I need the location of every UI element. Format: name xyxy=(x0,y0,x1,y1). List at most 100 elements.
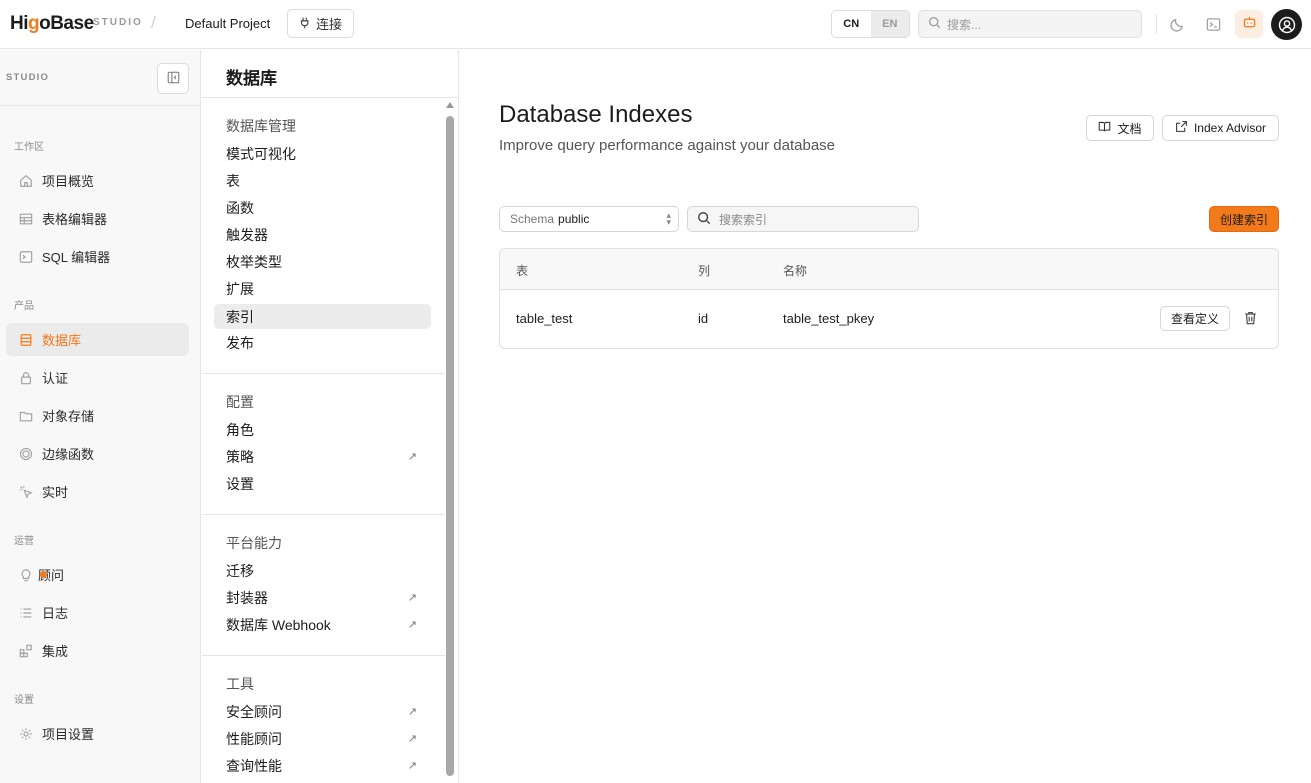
external-link-icon: ↗ xyxy=(407,451,417,463)
index-search-input[interactable]: 搜索索引 xyxy=(687,206,919,232)
sidebar-item-integrations[interactable]: 集成 xyxy=(6,634,189,667)
sidebar-item-storage[interactable]: 对象存储 xyxy=(6,399,189,432)
sidebar-item-logs[interactable]: 日志 xyxy=(6,596,189,629)
menu-item-tables[interactable]: 表 xyxy=(214,168,431,193)
schema-select[interactable]: Schema public ▴ ▾ xyxy=(499,206,679,232)
cell-index-name: table_test_pkey xyxy=(783,311,875,326)
search-icon xyxy=(697,211,711,228)
menu-item-functions[interactable]: 函数 xyxy=(214,195,431,220)
project-name[interactable]: Default Project xyxy=(185,16,270,31)
column-header-name: 名称 xyxy=(783,264,808,278)
ai-assistant-button[interactable] xyxy=(1235,10,1263,38)
view-definition-button[interactable]: 查看定义 xyxy=(1160,306,1230,331)
scrollbar-thumb[interactable] xyxy=(446,116,454,776)
schema-value: public xyxy=(558,212,590,226)
menu-item-publications[interactable]: 发布 xyxy=(214,330,431,355)
group-platform: 平台能力 xyxy=(226,535,282,551)
lang-en-option[interactable]: EN xyxy=(870,11,909,37)
create-index-button[interactable]: 创建索引 xyxy=(1209,206,1279,232)
menu-divider xyxy=(202,373,445,374)
menu-item-roles[interactable]: 角色 xyxy=(214,417,431,442)
book-icon xyxy=(1098,120,1111,136)
home-icon xyxy=(19,174,33,188)
indexes-table: 表 列 名称 table_test id table_test_pkey 查看定… xyxy=(499,248,1279,349)
panel-collapse-icon xyxy=(167,71,180,87)
top-bar: HigoBase STUDIO / Default Project 连接 CN … xyxy=(0,0,1311,49)
cell-column: id xyxy=(698,311,709,326)
menu-item-security-advisor[interactable]: 安全顾问 ↗ xyxy=(214,699,431,724)
sidebar-item-edge-functions[interactable]: 边缘函数 xyxy=(6,437,189,470)
sidebar-item-label: 日志 xyxy=(42,606,69,621)
list-icon xyxy=(19,606,33,620)
sidebar-item-auth[interactable]: 认证 xyxy=(6,361,189,394)
connect-button[interactable]: 连接 xyxy=(287,9,354,38)
menu-item-label: 策略 xyxy=(226,448,254,465)
section-settings: 设置 xyxy=(14,695,34,706)
docs-button[interactable]: 文档 xyxy=(1086,115,1154,141)
plug-icon xyxy=(299,16,312,32)
sidebar-item-sql-editor[interactable]: SQL 编辑器 xyxy=(6,240,189,273)
menu-item-enum-types[interactable]: 枚举类型 xyxy=(214,249,431,274)
external-link-icon: ↗ xyxy=(407,592,417,604)
language-switch[interactable]: CN EN xyxy=(831,10,910,38)
menu-item-query-performance[interactable]: 查询性能 ↗ xyxy=(214,753,431,778)
table-header: 表 列 名称 xyxy=(500,249,1278,290)
sidebar-item-database[interactable]: 数据库 xyxy=(6,323,189,356)
docs-label: 文档 xyxy=(1117,121,1142,136)
panel-scrollbar[interactable] xyxy=(445,102,455,783)
external-link-icon xyxy=(1175,120,1188,136)
sidebar-item-table-editor[interactable]: 表格编辑器 xyxy=(6,202,189,235)
moon-icon[interactable] xyxy=(1166,13,1188,35)
section-ops: 运营 xyxy=(14,536,34,547)
sidebar-item-overview[interactable]: 项目概览 xyxy=(6,164,189,197)
menu-item-wrappers[interactable]: 封装器 ↗ xyxy=(214,585,431,610)
sidebar-item-label: 数据库 xyxy=(42,333,82,348)
lang-cn-option[interactable]: CN xyxy=(832,11,871,37)
menu-item-indexes[interactable]: 索引 xyxy=(214,304,431,329)
section-product: 产品 xyxy=(14,301,34,312)
menu-item-policies[interactable]: 策略 ↗ xyxy=(214,444,431,469)
menu-item-label: 数据库 Webhook xyxy=(226,616,331,633)
global-search-placeholder: 搜索... xyxy=(947,17,982,32)
menu-item-label: 查询性能 xyxy=(226,757,282,774)
menu-item-schema-visualizer[interactable]: 模式可视化 xyxy=(214,141,431,166)
menu-item-label: 性能顾问 xyxy=(226,730,282,747)
schema-key: Schema xyxy=(510,212,555,226)
main-content: Database Indexes Improve query performan… xyxy=(460,50,1311,783)
index-advisor-button[interactable]: Index Advisor xyxy=(1162,115,1279,141)
menu-item-settings[interactable]: 设置 xyxy=(214,471,431,496)
gear-icon xyxy=(19,727,33,741)
page-subtitle: Improve query performance against your d… xyxy=(499,137,836,154)
menu-item-label: 安全顾问 xyxy=(226,703,282,720)
sidebar-item-label: 表格编辑器 xyxy=(42,212,108,227)
menu-item-migrations[interactable]: 迁移 xyxy=(214,558,431,583)
menu-item-webhooks[interactable]: 数据库 Webhook ↗ xyxy=(214,612,431,637)
sidebar-item-label: SQL 编辑器 xyxy=(42,250,111,265)
sidebar-collapse-button[interactable] xyxy=(157,63,189,94)
sidebar-item-realtime[interactable]: 实时 xyxy=(6,475,189,508)
toolbar-divider xyxy=(1156,14,1157,34)
bot-icon xyxy=(1242,15,1257,33)
sidebar-item-project-settings[interactable]: 项目设置 xyxy=(6,717,189,750)
terminal-icon xyxy=(19,250,33,264)
database-icon xyxy=(19,333,33,347)
menu-item-extensions[interactable]: 扩展 xyxy=(214,276,431,301)
menu-item-triggers[interactable]: 触发器 xyxy=(214,222,431,247)
database-menu-panel: 数据库 数据库管理 模式可视化 表 函数 触发器 枚举类型 扩展 索引 发布 配… xyxy=(202,50,459,783)
sidebar-item-label: 实时 xyxy=(42,485,69,500)
terminal-icon[interactable] xyxy=(1202,13,1224,35)
sidebar-item-advisors[interactable]: 顾问 xyxy=(6,558,189,591)
group-management: 数据库管理 xyxy=(226,118,296,134)
blocks-icon xyxy=(19,644,33,658)
global-search-input[interactable]: 搜索... xyxy=(918,10,1142,38)
sidebar-item-label: 项目设置 xyxy=(42,727,95,742)
trash-icon[interactable] xyxy=(1243,310,1257,326)
user-avatar[interactable] xyxy=(1271,9,1302,40)
sidebar-item-label: 集成 xyxy=(42,644,69,659)
scroll-up-arrow[interactable] xyxy=(446,102,454,108)
folder-icon xyxy=(19,409,33,423)
app-logo[interactable]: HigoBase xyxy=(10,13,94,35)
group-config: 配置 xyxy=(226,394,254,410)
index-search-placeholder: 搜索索引 xyxy=(719,212,768,227)
menu-item-performance-advisor[interactable]: 性能顾问 ↗ xyxy=(214,726,431,751)
